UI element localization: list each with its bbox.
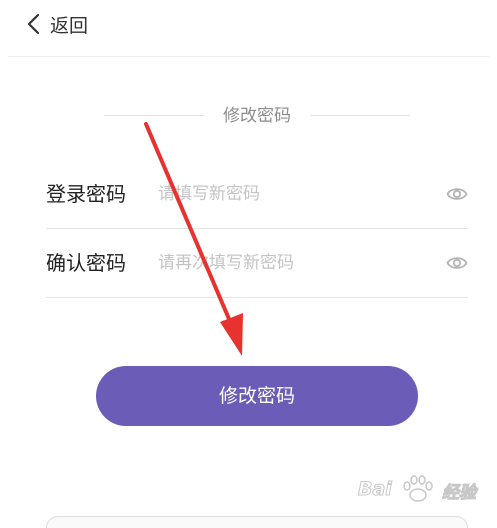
back-button[interactable]: 返回 (26, 12, 88, 40)
title-divider-right (310, 115, 410, 116)
title-divider-left (104, 115, 204, 116)
baidu-jingyan-watermark: Bai 经验 (358, 474, 478, 508)
confirm-password-row: 确认密码 (46, 230, 468, 298)
header-divider (8, 56, 489, 57)
confirm-password-input[interactable] (158, 248, 426, 278)
paw-icon (398, 474, 438, 504)
login-password-row: 登录密码 (46, 161, 468, 229)
eye-icon[interactable] (446, 253, 468, 273)
bottom-panel (46, 516, 468, 528)
login-password-input[interactable] (158, 179, 426, 209)
confirm-password-label: 确认密码 (46, 251, 126, 275)
watermark-text-right: 经验 (442, 483, 477, 504)
change-password-button[interactable]: 修改密码 (96, 366, 418, 426)
chevron-left-icon (26, 13, 42, 39)
watermark-text-left: Bai (358, 478, 393, 501)
back-label: 返回 (50, 15, 89, 37)
login-password-label: 登录密码 (46, 182, 126, 206)
section-title: 修改密码 (223, 106, 291, 126)
top-bar: 返回 (0, 0, 497, 56)
eye-icon[interactable] (446, 184, 468, 204)
section-title-row: 修改密码 (104, 104, 410, 128)
